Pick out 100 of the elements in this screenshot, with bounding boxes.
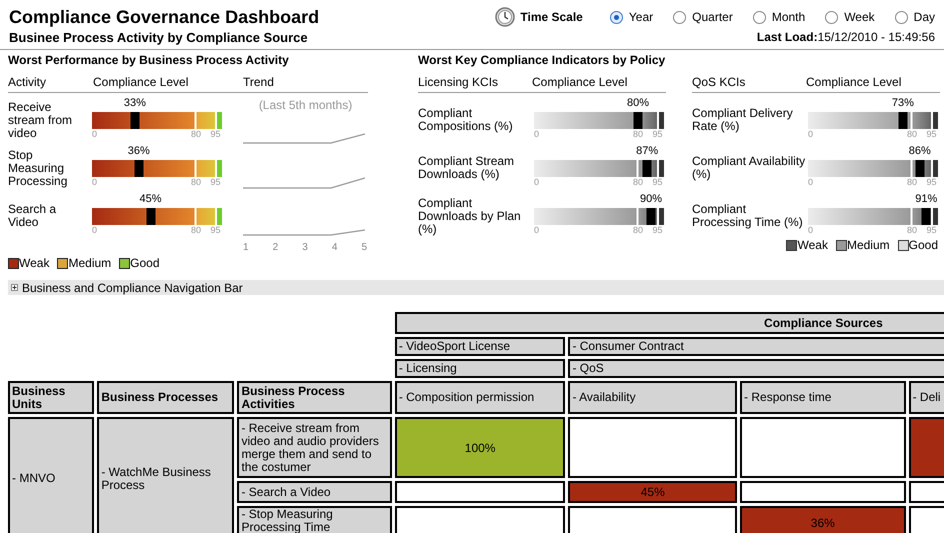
kci-header: - Availability	[568, 381, 738, 414]
kci-label: Compliant Processing Time (%)	[692, 201, 804, 229]
column-header: QoS KCIs	[692, 74, 746, 91]
column-header: Compliance Level	[93, 74, 190, 91]
legend-label: Weak	[797, 238, 828, 252]
scale-label: 0	[534, 224, 540, 234]
group-header: Compliance Sources	[394, 312, 944, 334]
source-header: - VideoSport License	[394, 337, 566, 356]
gauge-reading: 91%	[915, 192, 938, 206]
column-header: Compliance Level	[806, 74, 902, 91]
scale-label: 0	[534, 128, 540, 138]
column-header: Compliance Level	[532, 74, 628, 91]
scale-label: 80	[633, 128, 643, 138]
scale-label: 80	[633, 176, 643, 186]
scale-label: 95	[652, 128, 662, 138]
scale-label: 0	[92, 128, 98, 138]
panel-title: Worst Performance by Business Process Activity	[8, 53, 290, 67]
scale-label: 80	[907, 224, 917, 234]
scale-label: 95	[210, 176, 220, 186]
status-cell: 100%	[394, 417, 566, 478]
gauge-reading: 80%	[626, 96, 650, 110]
scale-label: 80	[191, 176, 201, 186]
scale-label: 95	[652, 176, 662, 186]
dashboard-subtitle: Businee Process Activity by Compliance Source	[9, 30, 308, 46]
dashboard-title: Compliance Governance Dashboard	[9, 6, 320, 28]
radio-button[interactable]	[610, 10, 623, 24]
policy-header: - QoS	[568, 359, 944, 378]
scale-label: 95	[926, 128, 936, 138]
radio-label: Week	[844, 9, 875, 26]
scale-label: 95	[652, 224, 662, 234]
policy-header: - Licensing	[394, 359, 566, 378]
legend-label: Medium	[68, 256, 112, 270]
scale-label: 80	[633, 224, 643, 234]
radio-label: Day	[914, 9, 935, 26]
scale-label: 0	[808, 176, 814, 186]
axis-label: 2	[272, 241, 278, 255]
time-scale-label: Time Scale	[520, 9, 584, 26]
kci-header: - Composition permission	[394, 381, 566, 414]
column-header: Licensing KCIs	[418, 74, 500, 91]
gauge-reading: 33%	[124, 96, 146, 110]
scale-label: 0	[534, 176, 540, 186]
last-load-value: 15/12/2010 - 15:49:56	[818, 29, 935, 46]
activity-cell: - Receive stream from video and audio providers merge them and send to the costumer	[237, 417, 392, 478]
activity-label: Receive stream from video	[8, 98, 74, 140]
scale-label: 0	[92, 176, 98, 186]
kci-label: Compliant Availability (%)	[692, 153, 806, 181]
kci-label: Compliant Delivery Rate (%)	[692, 105, 794, 133]
kci-header: - Deli	[908, 381, 944, 414]
scale-label: 80	[191, 224, 201, 234]
gauge-reading: 36%	[128, 144, 150, 158]
legend-label: Good	[908, 238, 938, 252]
column-header: Business Process Activities	[237, 381, 392, 414]
kci-label: Compliant Compositions (%)	[418, 105, 514, 133]
activity-label: Search a Video	[8, 201, 58, 229]
axis-label: 5	[361, 241, 367, 255]
scale-label: 80	[907, 176, 917, 186]
scale-label: 80	[191, 128, 201, 138]
scale-label: 0	[92, 224, 98, 234]
gauge-reading: 45%	[139, 192, 162, 206]
column-header: Business Processes	[97, 381, 234, 414]
scale-label: 95	[926, 224, 936, 234]
activity-cell: - Search a Video	[237, 481, 392, 503]
legend-label: Weak	[19, 256, 50, 270]
radio-button[interactable]	[894, 10, 908, 24]
radio-button[interactable]	[825, 10, 838, 24]
scale-label: 95	[210, 128, 220, 138]
scale-label: 95	[926, 176, 936, 186]
status-cell: 45%	[568, 481, 738, 503]
panel-title: Worst Key Compliance Indicators by Policy	[418, 53, 666, 67]
legend-label: Medium	[846, 238, 890, 252]
status-cell: 36%	[740, 506, 906, 533]
radio-button[interactable]	[752, 10, 766, 24]
activity-label: Stop Measuring Processing	[8, 146, 68, 188]
trend-note: (Last 5th months)	[258, 97, 354, 114]
source-header: - Consumer Contract	[568, 337, 944, 356]
gauge-reading: 87%	[636, 144, 658, 158]
last-load-label: Last Load:	[756, 29, 818, 46]
scale-label: 95	[210, 224, 220, 234]
gauge-reading: 90%	[640, 192, 662, 206]
gauge-reading: 73%	[892, 96, 914, 110]
kci-label: Compliant Downloads by Plan (%)	[418, 194, 522, 236]
navigation-bar[interactable]: Business and Compliance Navigation Bar	[8, 280, 944, 295]
kci-label: Compliant Stream Downloads (%)	[418, 153, 516, 181]
scale-label: 80	[907, 128, 917, 138]
axis-label: 3	[302, 241, 308, 255]
scale-label: 0	[808, 128, 814, 138]
scale-label: 0	[808, 224, 814, 234]
clock-icon	[495, 7, 516, 27]
axis-label: 4	[332, 241, 338, 255]
radio-button[interactable]	[673, 10, 686, 24]
column-header: Business Units	[8, 381, 94, 414]
expand-icon[interactable]	[11, 284, 18, 291]
process-cell: - WatchMe Business Process	[97, 417, 234, 533]
radio-label: Year	[628, 9, 654, 26]
axis-label: 1	[243, 241, 249, 255]
unit-cell: - MNVO	[8, 417, 94, 533]
radio-label: Month	[772, 9, 806, 26]
column-header: Trend	[243, 74, 274, 91]
kci-header: - Response time	[740, 381, 906, 414]
column-header: Activity	[8, 74, 48, 91]
